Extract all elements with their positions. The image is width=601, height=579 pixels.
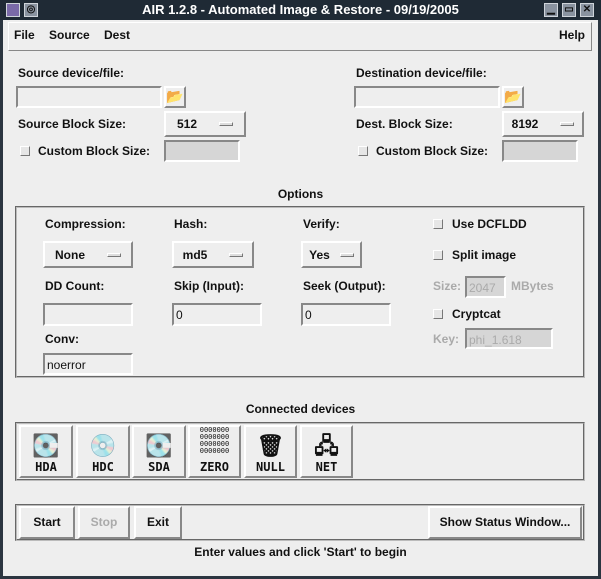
split-label: Split image [452,248,517,262]
dest-browse-button[interactable]: 📂 [502,86,524,108]
hard-disk-icon: 💽 [145,434,173,459]
sticky-icon[interactable]: ◎ [24,3,38,17]
hard-disk-icon: 💽 [32,434,60,459]
size-input[interactable]: 2047 [465,276,506,298]
compression-dropdown[interactable]: None [43,241,133,268]
dest-custom-label: Custom Block Size: [376,144,489,158]
device-net-button[interactable]: 🖧 NET [300,425,353,478]
device-label: NET [315,460,338,474]
device-sda-button[interactable]: 💽 SDA [132,425,186,478]
menu-dest[interactable]: Dest [104,28,130,42]
skip-label: Skip (Input): [174,279,244,293]
title-bar: AIR 1.2.8 - Automated Image & Restore - … [0,0,601,20]
dropdown-indicator-icon [339,252,354,257]
compression-label: Compression: [45,217,126,231]
folder-icon: 📂 [504,88,522,104]
stop-button[interactable]: Stop [78,506,130,539]
dropdown-indicator-icon [229,252,244,257]
source-input[interactable] [16,86,162,108]
size-unit: MBytes [511,279,554,293]
conv-label: Conv: [45,332,79,346]
network-icon: 🖧 [314,434,339,459]
device-hdc-button[interactable]: 💿 HDC [76,425,130,478]
status-message: Enter values and click 'Start' to begin [194,545,407,559]
dest-block-dropdown[interactable]: 8192 [502,111,584,137]
menu-file[interactable]: File [14,28,35,42]
dest-label: Destination device/file: [356,66,487,80]
dest-block-label: Dest. Block Size: [356,117,453,131]
cryptcat-checkbox[interactable] [433,309,443,319]
source-block-label: Source Block Size: [18,117,127,131]
dropdown-indicator-icon [219,122,234,126]
device-label: HDC [92,460,114,474]
dest-input[interactable] [354,86,500,108]
minimize-icon[interactable]: ▁ [544,3,558,17]
devices-title: Connected devices [245,402,356,416]
dropdown-indicator-icon [107,252,121,257]
folder-icon: 📂 [166,88,184,104]
window-title: AIR 1.2.8 - Automated Image & Restore - … [142,2,459,17]
dest-block-value: 8192 [511,117,539,131]
hash-label: Hash: [174,217,208,231]
menu-source[interactable]: Source [49,28,90,42]
verify-dropdown[interactable]: Yes [301,241,362,268]
source-label: Source device/file: [18,66,125,80]
disc-icon: 💿 [89,434,117,459]
menu-bar [8,22,592,51]
exit-button[interactable]: Exit [134,506,182,539]
device-hda-button[interactable]: 💽 HDA [19,425,73,478]
device-label: HDA [35,460,57,474]
dropdown-indicator-icon [560,122,575,126]
dcfldd-label: Use DCFLDD [452,217,527,231]
options-title: Options [277,187,324,201]
verify-value: Yes [309,247,330,262]
source-custom-checkbox[interactable] [20,146,30,156]
verify-label: Verify: [303,217,340,231]
source-custom-input[interactable] [164,140,240,162]
start-button[interactable]: Start [19,506,75,539]
dest-custom-checkbox[interactable] [358,146,368,156]
ddcount-label: DD Count: [45,279,105,293]
menu-help[interactable]: Help [559,28,585,42]
trash-icon: 🗑 [256,434,285,459]
size-label: Size: [433,279,462,293]
source-custom-label: Custom Block Size: [38,144,151,158]
show-status-window-button[interactable]: Show Status Window... [428,506,582,539]
skip-input[interactable]: 0 [172,303,262,326]
dcfldd-checkbox[interactable] [433,219,443,229]
hash-value: md5 [182,247,208,262]
split-checkbox[interactable] [433,250,443,260]
cryptcat-label: Cryptcat [452,307,501,321]
conv-input[interactable]: noerror [43,353,133,375]
app-menu-icon[interactable] [6,3,20,17]
maximize-icon[interactable]: ▭ [562,3,576,17]
ddcount-input[interactable] [43,303,133,326]
seek-label: Seek (Output): [303,279,386,293]
compression-value: None [55,247,85,262]
source-block-value: 512 [176,117,198,131]
source-block-dropdown[interactable]: 512 [164,111,246,137]
device-label: SDA [148,460,170,474]
close-icon[interactable]: ✕ [580,3,594,17]
device-zero-button[interactable]: 0000000 0000000 0000000 0000000 ZERO [188,425,241,478]
dest-custom-input[interactable] [502,140,578,162]
key-label: Key: [433,332,460,346]
seek-input[interactable]: 0 [301,303,391,326]
device-label: NULL [256,460,285,474]
device-label: ZERO [200,460,229,474]
device-null-button[interactable]: 🗑 NULL [244,425,297,478]
zero-icon: 0000000 0000000 0000000 0000000 [199,426,230,455]
hash-dropdown[interactable]: md5 [172,241,254,268]
source-browse-button[interactable]: 📂 [164,86,186,108]
key-input[interactable]: phi_1.618 [465,328,553,349]
